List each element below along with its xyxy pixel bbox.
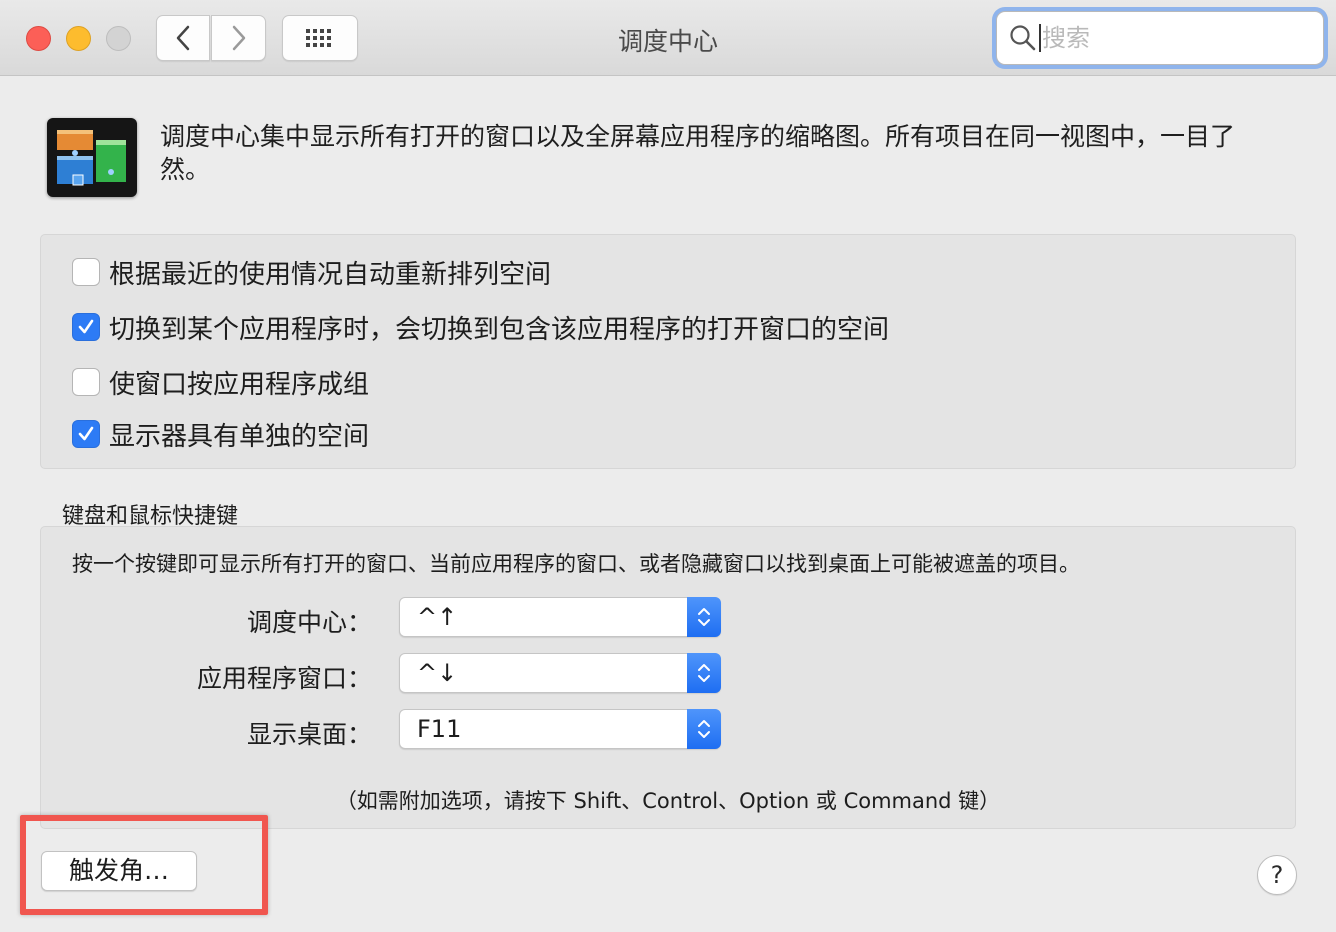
mission-control-app-icon bbox=[47, 118, 137, 197]
modifier-hint: （如需附加选项，请按下 Shift、Control、Option 或 Comma… bbox=[335, 789, 1001, 813]
pane-description: 调度中心集中显示所有打开的窗口以及全屏幕应用程序的缩略图。所有项目在同一视图中，… bbox=[160, 122, 1236, 184]
shortcut-popup-mission-control[interactable]: ^↑ bbox=[399, 597, 721, 637]
option-label: 切换到某个应用程序时，会切换到包含该应用程序的打开窗口的空间 bbox=[109, 314, 890, 345]
popup-value: ^↓ bbox=[417, 659, 458, 687]
popup-arrows-icon bbox=[687, 653, 721, 693]
checkbox[interactable] bbox=[72, 258, 100, 286]
checkbox[interactable] bbox=[72, 313, 100, 341]
checkmark-icon bbox=[78, 319, 94, 334]
option-group-by-app[interactable]: 使窗口按应用程序成组 bbox=[72, 367, 369, 400]
shortcut-popup-app-windows[interactable]: ^↓ bbox=[399, 653, 721, 693]
checkbox[interactable] bbox=[72, 420, 100, 448]
popup-value: F11 bbox=[417, 715, 462, 743]
text-cursor bbox=[1039, 24, 1041, 52]
option-label: 使窗口按应用程序成组 bbox=[109, 369, 370, 400]
shortcuts-description: 按一个按键即可显示所有打开的窗口、当前应用程序的窗口、或者隐藏窗口以找到桌面上可… bbox=[72, 552, 1080, 576]
system-preferences-window: 调度中心 调度中心集中显示所有打开的窗口以及全屏幕应用程序的缩略图 bbox=[0, 0, 1336, 932]
title-bar: 调度中心 bbox=[0, 0, 1336, 76]
shortcut-label-show-desktop: 显示桌面： bbox=[246, 720, 372, 749]
shortcut-label-mission-control: 调度中心： bbox=[246, 608, 372, 637]
popup-value: ^↑ bbox=[417, 603, 458, 631]
option-label: 根据最近的使用情况自动重新排列空间 bbox=[109, 259, 552, 290]
popup-arrows-icon bbox=[687, 597, 721, 637]
option-label: 显示器具有单独的空间 bbox=[109, 421, 370, 452]
shortcut-label-app-windows: 应用程序窗口： bbox=[196, 664, 372, 693]
option-separate-spaces[interactable]: 显示器具有单独的空间 bbox=[72, 419, 369, 452]
annotation-highlight-box bbox=[20, 815, 268, 915]
shortcut-popup-show-desktop[interactable]: F11 bbox=[399, 709, 721, 749]
search-input[interactable] bbox=[1042, 24, 1292, 52]
help-button[interactable]: ? bbox=[1257, 855, 1297, 895]
checkmark-icon bbox=[78, 426, 94, 441]
search-icon bbox=[1009, 23, 1039, 53]
option-switch-to-space[interactable]: 切换到某个应用程序时，会切换到包含该应用程序的打开窗口的空间 bbox=[72, 312, 889, 345]
checkbox[interactable] bbox=[72, 368, 100, 396]
option-auto-rearrange[interactable]: 根据最近的使用情况自动重新排列空间 bbox=[72, 257, 551, 290]
search-field[interactable] bbox=[996, 11, 1324, 65]
popup-arrows-icon bbox=[687, 709, 721, 749]
